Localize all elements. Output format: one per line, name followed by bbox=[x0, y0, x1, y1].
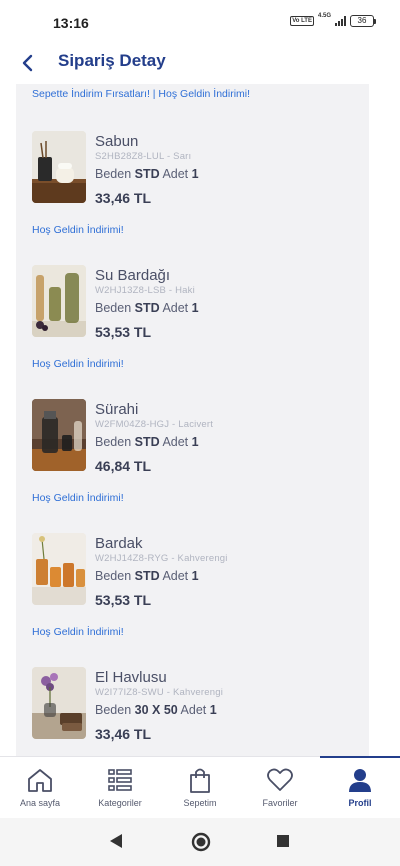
product-sku: S2HB28Z8-LUL - Sarı bbox=[95, 151, 192, 162]
order-item[interactable]: Su Bardağı W2HJ13Z8-LSB - Haki Beden STD… bbox=[16, 265, 369, 399]
product-name[interactable]: Su Bardağı bbox=[95, 267, 170, 284]
product-image[interactable] bbox=[32, 667, 86, 739]
recents-square-icon[interactable] bbox=[276, 834, 290, 848]
signal-icon bbox=[335, 16, 346, 26]
promo-link[interactable]: Hoş Geldin İndirimi! bbox=[32, 626, 124, 638]
product-name[interactable]: El Havlusu bbox=[95, 669, 167, 686]
page-title: Sipariş Detay bbox=[58, 51, 166, 70]
nav-profile-label: Profil bbox=[348, 798, 372, 808]
product-price: 46,84 TL bbox=[95, 458, 152, 474]
product-image[interactable] bbox=[32, 265, 86, 337]
heart-icon bbox=[267, 768, 293, 791]
product-image[interactable] bbox=[32, 131, 86, 203]
nav-cart[interactable]: Sepetim bbox=[160, 757, 240, 818]
product-sku: W2FM04Z8-HGJ - Lacivert bbox=[95, 419, 214, 430]
promo-banner-link[interactable]: Sepette İndirim Fırsatları! | Hoş Geldin… bbox=[32, 88, 250, 100]
nav-categories-label: Kategoriler bbox=[98, 798, 142, 808]
back-button[interactable] bbox=[16, 51, 38, 75]
battery-level: 36 bbox=[350, 15, 374, 27]
product-sku: W2I77IZ8-SWU - Kahverengi bbox=[95, 687, 224, 698]
categories-icon bbox=[108, 769, 132, 791]
product-price: 53,53 TL bbox=[95, 592, 152, 608]
nav-favorites-label: Favoriler bbox=[262, 798, 298, 808]
home-icon bbox=[28, 769, 52, 792]
promo-link[interactable]: Hoş Geldin İndirimi! bbox=[32, 224, 124, 236]
product-size-qty: Beden STD Adet 1 bbox=[95, 435, 199, 449]
nav-cart-label: Sepetim bbox=[183, 798, 217, 808]
home-circle-icon[interactable] bbox=[191, 832, 211, 852]
product-size-qty: Beden 30 X 50 Adet 1 bbox=[95, 703, 217, 717]
product-name[interactable]: Sürahi bbox=[95, 401, 138, 418]
order-item[interactable]: Bardak W2HJ14Z8-RYG - Kahverengi Beden S… bbox=[16, 533, 369, 667]
nav-categories[interactable]: Kategoriler bbox=[80, 757, 160, 818]
product-sku: W2HJ14Z8-RYG - Kahverengi bbox=[95, 553, 228, 564]
product-price: 53,53 TL bbox=[95, 324, 152, 340]
system-nav-bar bbox=[0, 818, 400, 866]
nav-home[interactable]: Ana sayfa bbox=[0, 757, 80, 818]
status-time: 13:16 bbox=[53, 15, 89, 31]
nav-favorites[interactable]: Favoriler bbox=[240, 757, 320, 818]
nav-home-label: Ana sayfa bbox=[19, 798, 61, 808]
order-item[interactable]: Sabun S2HB28Z8-LUL - Sarı Beden STD Adet… bbox=[16, 131, 369, 265]
product-name[interactable]: Sabun bbox=[95, 133, 138, 150]
volte-icon: Vo LTE bbox=[290, 16, 314, 26]
product-size-qty: Beden STD Adet 1 bbox=[95, 167, 199, 181]
status-icons: Vo LTE 4.5G 36 bbox=[290, 13, 376, 27]
bottom-nav: Ana sayfa Kategoriler Sepetim Favoriler … bbox=[0, 756, 400, 818]
product-name[interactable]: Bardak bbox=[95, 535, 143, 552]
product-sku: W2HJ13Z8-LSB - Haki bbox=[95, 285, 195, 296]
product-image[interactable] bbox=[32, 399, 86, 471]
battery-icon: 36 bbox=[350, 15, 376, 27]
order-item[interactable]: Sürahi W2FM04Z8-HGJ - Lacivert Beden STD… bbox=[16, 399, 369, 533]
shopping-bag-icon bbox=[190, 768, 210, 793]
chevron-left-icon bbox=[22, 54, 33, 72]
promo-link[interactable]: Hoş Geldin İndirimi! bbox=[32, 358, 124, 370]
product-size-qty: Beden STD Adet 1 bbox=[95, 301, 199, 315]
status-bar: 13:16 Vo LTE 4.5G 36 bbox=[0, 0, 400, 44]
back-triangle-icon[interactable] bbox=[108, 832, 124, 850]
product-size-qty: Beden STD Adet 1 bbox=[95, 569, 199, 583]
network-type: 4.5G bbox=[317, 13, 331, 19]
product-price: 33,46 TL bbox=[95, 190, 152, 206]
user-icon bbox=[349, 769, 371, 792]
product-image[interactable] bbox=[32, 533, 86, 605]
header: Sipariş Detay bbox=[0, 44, 400, 84]
order-items-panel[interactable]: Sepette İndirim Fırsatları! | Hoş Geldin… bbox=[16, 84, 369, 756]
product-price: 33,46 TL bbox=[95, 726, 152, 742]
promo-link[interactable]: Hoş Geldin İndirimi! bbox=[32, 492, 124, 504]
nav-profile[interactable]: Profil bbox=[320, 756, 400, 818]
order-item[interactable]: El Havlusu W2I77IZ8-SWU - Kahverengi Bed… bbox=[16, 667, 369, 756]
